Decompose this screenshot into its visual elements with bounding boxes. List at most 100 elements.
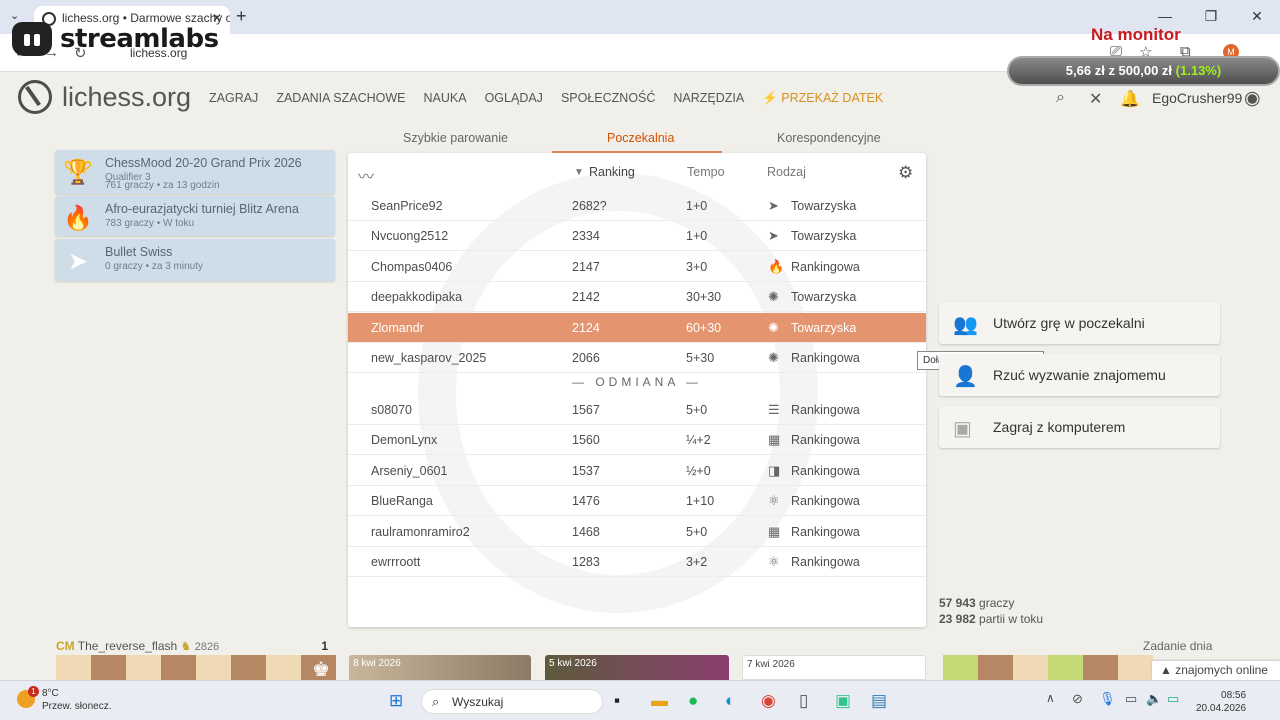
puzzle-board[interactable]	[943, 655, 1153, 680]
challenge-friend-label: Rzuć wyzwanie znajomemu	[993, 367, 1166, 383]
tab-quick-pairing[interactable]: Szybkie parowanie	[403, 131, 508, 145]
game-mode: Rankingowa	[791, 433, 860, 448]
variant-icon: 🔥	[768, 258, 785, 274]
friends-online-label: znajomych online	[1175, 663, 1268, 677]
game-mode: Rankingowa	[791, 259, 860, 274]
player-name: ewrrroott	[371, 555, 421, 569]
weather-badge: 1	[28, 686, 39, 697]
chrome-icon[interactable]: ◉	[761, 691, 776, 711]
game-mode: Rankingowa	[791, 555, 860, 569]
table-row[interactable]: DemonLynx 1560 ¼+2 Rankingowa ▦	[348, 425, 926, 456]
nav-watch[interactable]: OGLĄDAJ	[485, 91, 543, 106]
friends-online-toggle[interactable]: ▲ znajomych online	[1152, 661, 1280, 680]
windows-start-icon[interactable]: ⊞	[389, 691, 403, 711]
player-name: deepakkodipaka	[371, 290, 463, 305]
task-view-icon[interactable]: ▪	[614, 691, 620, 711]
network-off-icon[interactable]: ⊘	[1072, 691, 1083, 707]
nav-play[interactable]: ZAGRAJ	[209, 91, 258, 106]
header-time[interactable]: Tempo	[687, 165, 725, 179]
player-name: SeanPrice92	[371, 199, 443, 213]
challenge-friend-button[interactable]: 👤 Rzuć wyzwanie znajomemu	[939, 354, 1220, 396]
table-row[interactable]: Nvcuong2512 2334 1+0 Towarzyska ➤	[348, 221, 926, 252]
create-game-button[interactable]: 👥 Utwórz grę w poczekalni	[939, 302, 1220, 344]
nav-puzzles[interactable]: ZADANIA SZACHOWE	[276, 91, 405, 106]
settings-gear-icon[interactable]: ⚙	[898, 163, 913, 183]
table-row[interactable]: Chompas0406 2147 3+0 Rankingowa 🔥	[348, 252, 926, 282]
blog-thumb[interactable]: 7 kwi 2026	[742, 655, 926, 680]
notification-bell-icon[interactable]: 🔔	[1120, 89, 1140, 109]
volume-icon[interactable]: 🔈	[1146, 691, 1162, 707]
blog-thumb[interactable]: 8 kwi 2026	[349, 655, 531, 680]
streamlabs-app-icon[interactable]: ▣	[835, 691, 851, 711]
table-row[interactable]: raulramonramiro2 1468 5+0 Rankingowa ▦	[348, 517, 926, 547]
game-mode: Towarzyska	[791, 199, 857, 213]
main-nav: ZAGRAJ ZADANIA SZACHOWE NAUKA OGLĄDAJ SP…	[209, 91, 883, 106]
edge-icon[interactable]: ◐	[725, 691, 735, 711]
weather-widget[interactable]: 8°C Przew. słonecz.	[42, 687, 111, 713]
taskbar-search[interactable]: ⌕ Wyszukaj	[421, 689, 603, 714]
puzzle-of-day-label[interactable]: Zadanie dnia	[1143, 639, 1212, 653]
variant-icon: ✺	[768, 289, 779, 305]
nav-donate[interactable]: ⚡ PRZEKAŻ DATEK	[762, 91, 883, 106]
spotify-icon[interactable]: ●	[688, 691, 698, 711]
app-icon[interactable]: ▯	[799, 691, 808, 711]
featured-game-player[interactable]: CM The_reverse_flash ♞ 2826 1	[56, 639, 336, 653]
table-row[interactable]: s08070 1567 5+0 Rankingowa ☰	[348, 395, 926, 425]
tab-lobby[interactable]: Poczekalnia	[607, 131, 674, 145]
tournament-item[interactable]: ➤ Bullet Swiss 0 graczy • za 3 minuty	[55, 239, 335, 281]
blog-thumb[interactable]: 5 kwi 2026	[545, 655, 729, 680]
tournament-item[interactable]: 🏆 ChessMood 20-20 Grand Prix 2026 Qualif…	[55, 150, 335, 194]
tab-correspondence[interactable]: Korespondencyjne	[777, 131, 881, 145]
time-control: 30+30	[686, 290, 722, 305]
user-avatar-icon[interactable]: ◉	[1244, 87, 1261, 110]
donation-percent: (1.13%)	[1175, 63, 1222, 78]
table-row[interactable]: new_kasparov_2025 2066 5+30 Rankingowa ✺	[348, 343, 926, 373]
nav-community[interactable]: SPOŁECZNOŚĆ	[561, 91, 655, 106]
table-row[interactable]: Zlomandr 2124 60+30 Towarzyska ✺	[348, 312, 926, 343]
site-logo-text[interactable]: lichess.org	[62, 82, 191, 113]
featured-board[interactable]: ♚	[56, 655, 336, 681]
app-icon[interactable]: ▤	[871, 691, 887, 711]
donation-amount: 5,66 zł	[1065, 63, 1105, 78]
patron-icon: ♞	[180, 639, 192, 653]
time-control: 3+0	[686, 259, 708, 274]
header-mode[interactable]: Rodzaj	[767, 165, 806, 179]
player-rating: 2066	[572, 351, 600, 365]
taskbar-clock[interactable]: 08:56 20.04.2026	[1196, 689, 1246, 715]
variant-icon: ▦	[768, 523, 781, 539]
header-rating[interactable]: Ranking	[589, 165, 635, 179]
battery-icon[interactable]: ▭	[1167, 691, 1179, 707]
game-mode: Rankingowa	[791, 463, 860, 478]
players-number: 57 943	[939, 596, 976, 610]
close-window-icon[interactable]: ✕	[1234, 0, 1280, 34]
play-computer-label: Zagraj z komputerem	[993, 419, 1126, 435]
player-rating: 2147	[572, 259, 600, 274]
maximize-icon[interactable]: ❐	[1188, 0, 1234, 34]
sort-desc-icon: ▼	[574, 167, 584, 178]
crossed-swords-icon[interactable]: ✕	[1089, 89, 1102, 109]
table-row[interactable]: ewrrroott 1283 3+2 Rankingowa ⚛	[348, 547, 926, 577]
play-computer-button[interactable]: ▣ Zagraj z komputerem	[939, 406, 1220, 448]
table-row[interactable]: Arseniy_0601 1537 ½+0 Rankingowa ◨	[348, 456, 926, 486]
file-explorer-icon[interactable]: ▬	[651, 691, 668, 711]
microphone-icon[interactable]: 🎙	[1099, 691, 1116, 707]
tray-chevron-icon[interactable]: ∧	[1046, 691, 1055, 705]
display-icon[interactable]: ▭	[1125, 691, 1137, 707]
variant-icon: ⚛	[768, 554, 780, 569]
username[interactable]: EgoCrusher99	[1152, 90, 1242, 106]
player-name: new_kasparov_2025	[371, 351, 487, 365]
tournament-item[interactable]: 🔥 Afro-eurazjatycki turniej Blitz Arena …	[55, 196, 335, 236]
tab-menu-icon[interactable]: ⌄	[10, 9, 19, 22]
player-rating: 2334	[572, 229, 600, 244]
new-tab-icon[interactable]: +	[236, 6, 247, 27]
table-row[interactable]: deepakkodipaka 2142 30+30 Towarzyska ✺	[348, 282, 926, 313]
search-icon[interactable]: ⌕	[1056, 89, 1065, 107]
table-row[interactable]: SeanPrice92 2682? 1+0 Towarzyska ➤	[348, 191, 926, 221]
streamlabs-logo: streamlabs	[12, 22, 219, 56]
player-rating: 1476	[572, 494, 600, 509]
nav-tools[interactable]: NARZĘDZIA	[673, 91, 744, 106]
chart-toggle-icon[interactable]: 〰	[358, 163, 374, 187]
lichess-logo-icon[interactable]	[18, 80, 52, 114]
table-row[interactable]: BlueRanga 1476 1+10 Rankingowa ⚛	[348, 486, 926, 517]
nav-learn[interactable]: NAUKA	[424, 91, 467, 106]
